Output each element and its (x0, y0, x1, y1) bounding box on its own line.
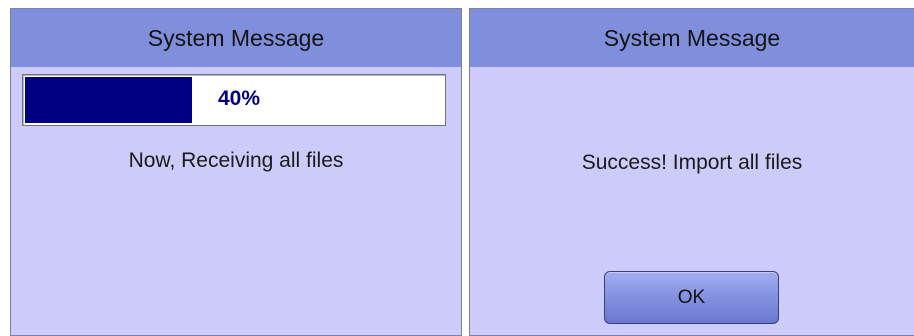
success-message: Success! Import all files (581, 151, 803, 174)
dialog-title: System Message (11, 9, 461, 67)
success-dialog: System Message Success! Import all files… (469, 8, 914, 336)
status-message: Now, Receiving all files (128, 149, 344, 172)
progress-bar: 40% (22, 74, 446, 126)
dialog-title: System Message (470, 9, 914, 67)
ok-button[interactable]: OK (604, 271, 779, 324)
progress-dialog: System Message 40% Now, Receiving all fi… (10, 8, 462, 336)
progress-fill (25, 77, 192, 123)
progress-percent-label: 40% (218, 87, 261, 110)
